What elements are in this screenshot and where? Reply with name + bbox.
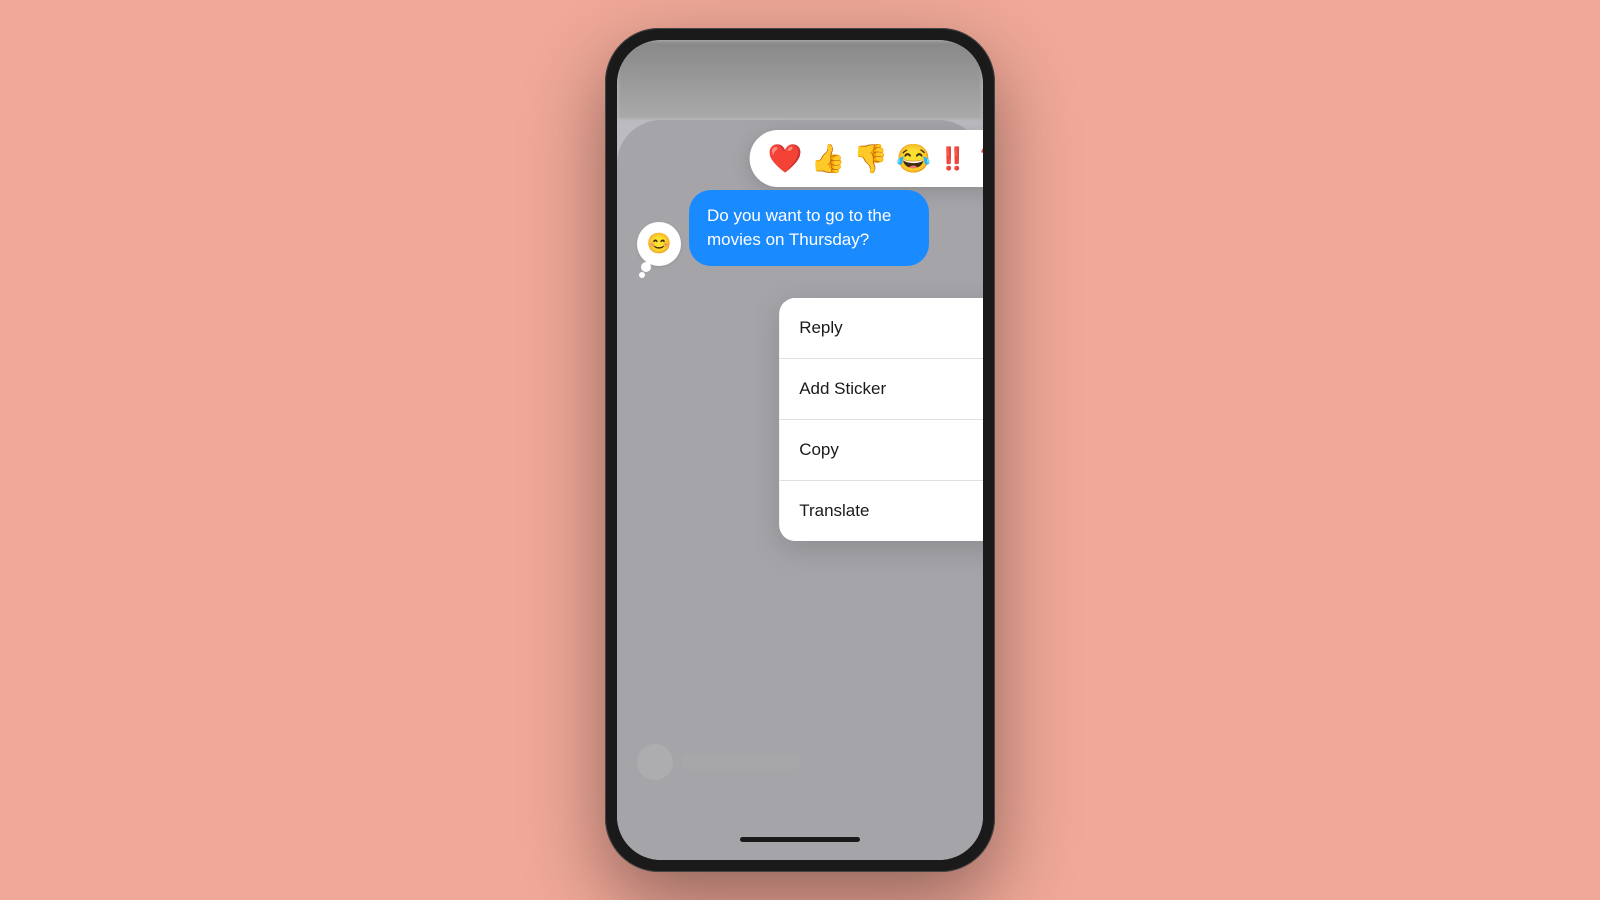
add-sticker-label: Add Sticker <box>799 379 886 399</box>
message-text: Do you want to go to the movies on Thurs… <box>707 206 891 249</box>
home-indicator <box>740 837 860 842</box>
emoji-exclamation[interactable]: ‼️ <box>939 146 966 172</box>
translate-label: Translate <box>799 501 869 521</box>
menu-item-reply[interactable]: Reply <box>779 298 983 359</box>
menu-item-copy[interactable]: Copy <box>779 420 983 481</box>
reply-label: Reply <box>799 318 842 338</box>
sender-icon: 😊 <box>647 231 672 256</box>
message-area: 😊 Do you want to go to the movies on Thu… <box>637 190 963 266</box>
message-bubble: Do you want to go to the movies on Thurs… <box>689 190 929 266</box>
sender-avatar: 😊 <box>637 222 681 266</box>
emoji-thumbsup[interactable]: 👍 <box>810 142 845 175</box>
bottom-text-hint <box>681 754 801 770</box>
emoji-reaction-bar[interactable]: ❤️ 👍 👎 😂 ‼️ ❓ 🥰 ● <box>750 130 983 187</box>
menu-item-translate[interactable]: Translate A 文 <box>779 481 983 541</box>
bottom-chat-hint <box>637 744 963 780</box>
content-area: ❤️ 👍 👎 😂 ‼️ ❓ 🥰 ● 😊 Do you want to go to… <box>617 120 983 860</box>
bottom-avatar <box>637 744 673 780</box>
copy-label: Copy <box>799 440 839 460</box>
phone-screen: ❤️ 👍 👎 😂 ‼️ ❓ 🥰 ● 😊 Do you want to go to… <box>617 40 983 860</box>
emoji-heart[interactable]: ❤️ <box>768 142 803 175</box>
emoji-haha[interactable]: 😂 <box>896 142 931 175</box>
context-menu: Reply Add Sticker <box>779 298 983 541</box>
emoji-thumbsdown[interactable]: 👎 <box>853 142 888 175</box>
emoji-question[interactable]: ❓ <box>975 146 983 172</box>
top-bar <box>617 40 983 120</box>
menu-item-add-sticker[interactable]: Add Sticker <box>779 359 983 420</box>
phone-frame: ❤️ 👍 👎 😂 ‼️ ❓ 🥰 ● 😊 Do you want to go to… <box>605 28 995 872</box>
